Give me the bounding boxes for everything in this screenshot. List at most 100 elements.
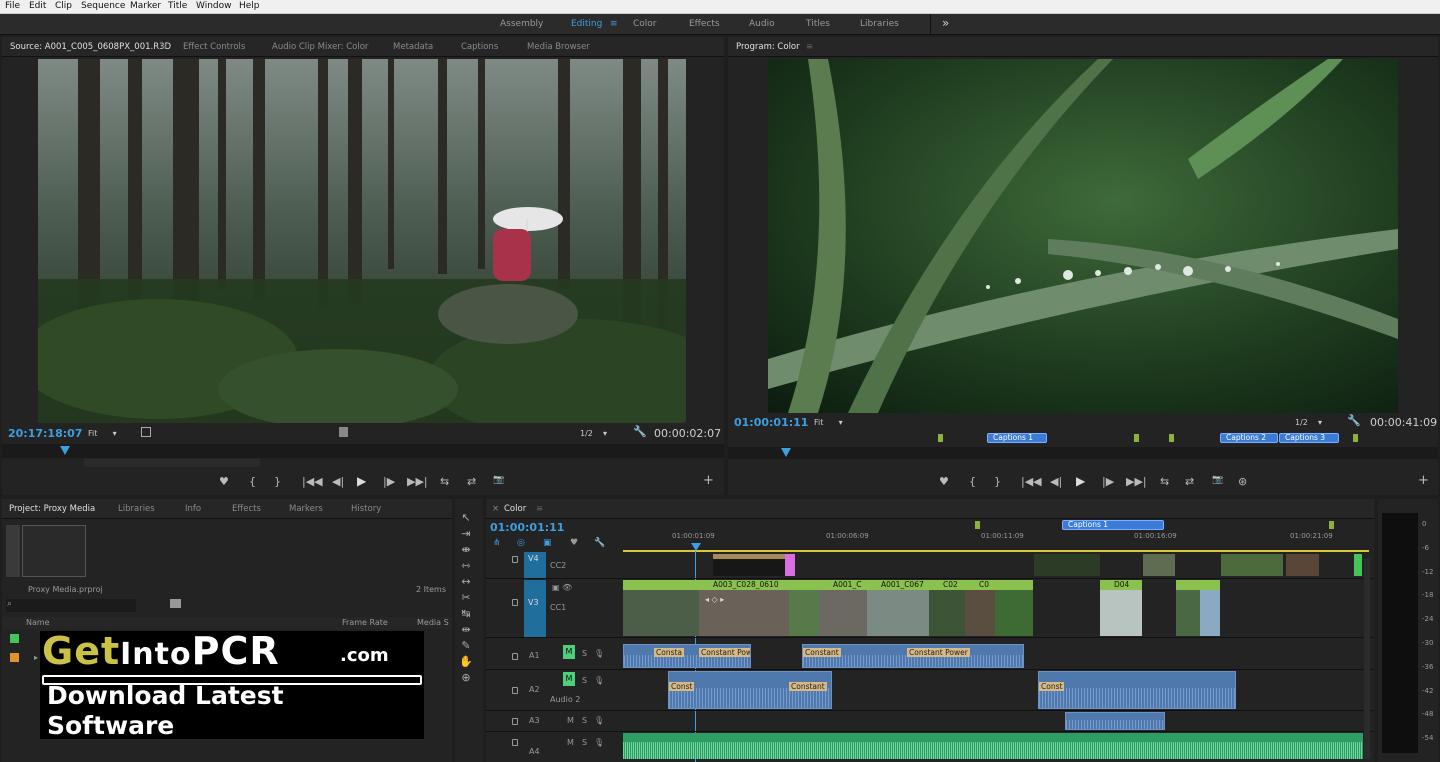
lock-track-icon[interactable]: [512, 653, 518, 660]
rate-stretch-tool-icon[interactable]: ↔: [459, 575, 473, 589]
marker[interactable]: [1169, 434, 1174, 442]
tab-metadata[interactable]: Metadata: [393, 42, 433, 52]
tab-effect-controls[interactable]: Effect Controls: [183, 42, 245, 52]
a2-clip[interactable]: Const Constant: [668, 671, 832, 709]
menu-title[interactable]: Title: [168, 1, 187, 11]
tab-project[interactable]: Project: Proxy Media: [9, 504, 95, 514]
v3-clip[interactable]: C0: [965, 580, 995, 636]
go-to-out-button[interactable]: ▶▶|: [407, 475, 428, 488]
workspace-titles[interactable]: Titles: [806, 19, 830, 29]
source-time-ruler[interactable]: [2, 444, 724, 458]
slide-tool-icon[interactable]: ⇹: [459, 623, 473, 637]
work-area-bar[interactable]: [623, 550, 1369, 552]
program-resolution-dropdown[interactable]: 1/2 ▾: [1295, 418, 1322, 427]
track-select-tool-icon[interactable]: ⇥: [459, 527, 473, 541]
program-export-frame-icon[interactable]: 📷: [1212, 475, 1223, 485]
v3-clip[interactable]: [1176, 580, 1200, 636]
workspace-overflow-icon[interactable]: »: [942, 16, 949, 30]
pen-tool-icon[interactable]: ✎: [459, 639, 473, 653]
timeline-marker-icon[interactable]: ♥: [570, 538, 578, 548]
new-bin-icon[interactable]: [170, 599, 181, 608]
mute-a3-button[interactable]: M: [567, 716, 574, 725]
a1-clip[interactable]: Constant Constant Power: [802, 644, 1024, 668]
v3-keyframe-nav[interactable]: ◂ ◇ ▸: [705, 595, 724, 604]
extract-button[interactable]: ⇄: [1185, 475, 1194, 488]
col-name[interactable]: Name: [26, 618, 50, 627]
col-media-start[interactable]: Media S: [417, 618, 449, 627]
source-timecode[interactable]: 20:17:18:07: [8, 427, 82, 440]
menu-edit[interactable]: Edit: [29, 1, 46, 11]
v4-clip[interactable]: [713, 554, 785, 576]
hand-tool-icon[interactable]: ✋: [459, 655, 473, 669]
menu-clip[interactable]: Clip: [55, 1, 72, 11]
program-fit-dropdown[interactable]: Fit ▾: [814, 418, 843, 427]
go-to-in-button[interactable]: |◀◀: [302, 475, 323, 488]
tab-markers[interactable]: Markers: [289, 504, 323, 514]
workspace-libraries[interactable]: Libraries: [860, 19, 899, 29]
add-marker-button[interactable]: ♥: [219, 475, 229, 488]
vr-video-icon[interactable]: ⊛: [1238, 475, 1247, 488]
label-color-green[interactable]: [10, 634, 19, 643]
menu-help[interactable]: Help: [239, 1, 260, 11]
mute-a2-button[interactable]: M: [563, 672, 575, 686]
play-button[interactable]: ▶: [357, 474, 366, 488]
marker[interactable]: [1134, 434, 1139, 442]
mute-a1-button[interactable]: M: [563, 645, 575, 659]
program-mark-in-button[interactable]: {: [969, 475, 976, 488]
project-thumbnail[interactable]: [22, 525, 86, 577]
razor-tool-icon[interactable]: ✂: [459, 591, 473, 605]
program-timecode[interactable]: 01:00:01:11: [734, 416, 808, 429]
lock-track-icon[interactable]: [512, 687, 518, 694]
step-forward-button[interactable]: |▶: [383, 475, 395, 488]
menu-sequence[interactable]: Sequence: [81, 1, 125, 11]
label-color-orange[interactable]: [10, 653, 19, 662]
v4-transition[interactable]: [785, 554, 795, 576]
v4-clip[interactable]: [1143, 554, 1175, 576]
tab-media-browser[interactable]: Media Browser: [527, 42, 590, 52]
safe-margins-icon[interactable]: [141, 427, 151, 437]
voice-over-icon[interactable]: 🎙: [594, 738, 604, 747]
captions-toggle-icon[interactable]: ▣: [543, 538, 552, 548]
a3-clip[interactable]: [1065, 712, 1165, 730]
linked-selection-icon[interactable]: ◎: [517, 538, 525, 548]
solo-a2-button[interactable]: S: [582, 676, 587, 685]
v3-clip[interactable]: C02: [929, 580, 965, 636]
slip-tool-icon[interactable]: ↹: [459, 607, 473, 621]
caption-marker-2[interactable]: Captions 2: [1220, 433, 1278, 443]
expand-bin-icon[interactable]: ▸: [34, 653, 38, 662]
voice-over-icon[interactable]: 🎙: [594, 649, 604, 658]
program-go-to-in-button[interactable]: |◀◀: [1021, 475, 1042, 488]
tab-audio-clip-mixer[interactable]: Audio Clip Mixer: Color: [272, 42, 368, 52]
rolling-edit-tool-icon[interactable]: ⇿: [459, 559, 473, 573]
workspace-color[interactable]: Color: [633, 19, 657, 29]
lock-track-icon[interactable]: [512, 739, 518, 746]
workspace-editing[interactable]: Editing: [571, 19, 602, 29]
v4-end-clip[interactable]: [1354, 554, 1362, 576]
timeline-vertical-scrollbar[interactable]: [1364, 559, 1370, 759]
workspace-menu-icon[interactable]: ≡: [610, 19, 618, 29]
toggle-output-icon[interactable]: ▣ 👁: [552, 583, 572, 592]
tab-info[interactable]: Info: [185, 504, 201, 514]
v4-clip[interactable]: [1221, 554, 1283, 576]
caption-marker-1[interactable]: Captions 1: [987, 433, 1047, 443]
mark-in-button[interactable]: {: [249, 475, 256, 488]
menu-window[interactable]: Window: [196, 1, 232, 11]
marker[interactable]: [938, 434, 943, 442]
v3-clip[interactable]: [995, 580, 1033, 636]
v3-clip[interactable]: [623, 580, 699, 636]
lock-track-icon[interactable]: [512, 599, 518, 606]
a1-clip[interactable]: ConstaConstant Power: [623, 644, 751, 668]
timeline-caption-marker[interactable]: Captions 1: [1062, 520, 1164, 530]
workspace-effects[interactable]: Effects: [689, 19, 720, 29]
tab-captions[interactable]: Captions: [461, 42, 498, 52]
voice-over-icon[interactable]: 🎙: [594, 676, 604, 685]
track-v3-target[interactable]: [524, 580, 546, 638]
tab-source[interactable]: Source: A001_C005_0608PX_001.R3D: [10, 42, 171, 52]
timeline-timecode[interactable]: 01:00:01:11: [490, 521, 564, 534]
zoom-tool-icon[interactable]: ⊕: [459, 671, 473, 685]
solo-a4-button[interactable]: S: [582, 738, 587, 747]
mute-a4-button[interactable]: M: [567, 738, 574, 747]
program-mark-out-button[interactable]: }: [994, 475, 1001, 488]
v3-clip[interactable]: [789, 580, 819, 636]
close-sequence-icon[interactable]: ×: [492, 504, 499, 514]
